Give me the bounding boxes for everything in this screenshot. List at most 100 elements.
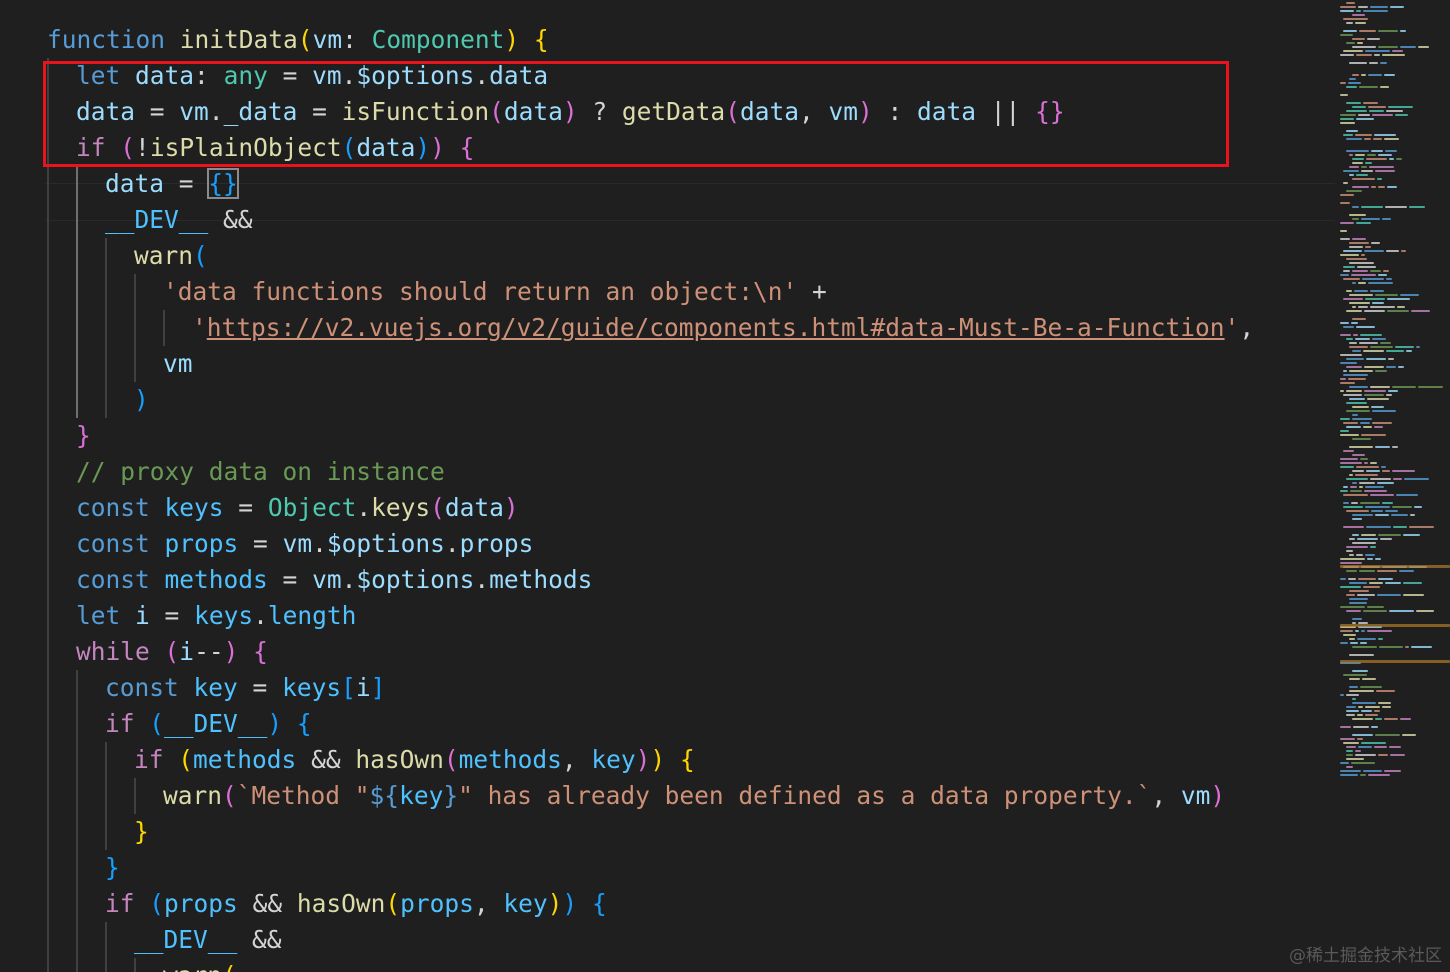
punct: : — [194, 61, 224, 90]
code-line-14[interactable]: const keys = Object.keys(data) — [76, 490, 519, 526]
variable: i — [179, 637, 195, 666]
function-call: warn — [134, 241, 194, 270]
minimap-line — [1355, 134, 1372, 136]
string-link[interactable]: https://v2.vuejs.org/v2/guide/components… — [207, 313, 1225, 342]
minimap-line — [1410, 514, 1415, 516]
code-line-19[interactable]: const key = keys[i] — [105, 670, 385, 706]
code-line-3[interactable]: data = vm._data = isFunction(data) ? get… — [76, 94, 1065, 130]
minimap-line — [1386, 110, 1403, 112]
minimap-line — [1359, 30, 1376, 32]
minimap-line — [1343, 374, 1368, 376]
minimap-line — [1411, 310, 1430, 312]
variable: vm — [179, 97, 209, 126]
minimap[interactable] — [1340, 0, 1450, 972]
minimap-line — [1349, 654, 1374, 656]
function-call: getData — [621, 97, 726, 126]
minimap-line — [1340, 354, 1362, 356]
code-line-9[interactable]: 'https://v2.vuejs.org/v2/guide/component… — [192, 310, 1254, 346]
minimap-line — [1382, 218, 1391, 220]
minimap-line — [1366, 158, 1387, 160]
minimap-line — [1349, 598, 1368, 600]
minimap-line — [1372, 422, 1392, 424]
minimap-line — [1397, 306, 1405, 308]
minimap-line — [1352, 162, 1363, 164]
minimap-line — [1409, 526, 1434, 528]
minimap-line — [1355, 154, 1365, 156]
code-line-21[interactable]: if (methods && hasOwn(methods, key)) { — [134, 742, 695, 778]
operator: = — [135, 97, 180, 126]
code-line-7[interactable]: warn( — [134, 238, 208, 274]
code-line-20[interactable]: if (__DEV__) { — [105, 706, 312, 742]
minimap-line — [1366, 470, 1380, 472]
bracket: ) — [562, 97, 578, 126]
minimap-line — [1370, 290, 1384, 292]
code-line-22[interactable]: warn(`Method "${key}" has already been d… — [163, 778, 1225, 814]
minimap-line — [1358, 282, 1366, 284]
indent-guide — [134, 274, 136, 382]
code-line-6[interactable]: __DEV__ && — [105, 202, 253, 238]
minimap-line — [1356, 174, 1368, 176]
code-line-26[interactable]: __DEV__ && — [134, 922, 282, 958]
code-line-2[interactable]: let data: any = vm.$options.data — [76, 58, 548, 94]
code-line-4[interactable]: if (!isPlainObject(data)) { — [76, 130, 474, 166]
minimap-line — [1340, 726, 1351, 728]
minimap-line — [1396, 494, 1418, 496]
minimap-line — [1340, 578, 1346, 580]
code-line-15[interactable]: const props = vm.$options.props — [76, 526, 533, 562]
minimap-line — [1349, 214, 1366, 216]
code-line-13[interactable]: // proxy data on instance — [76, 454, 445, 490]
minimap-line — [1352, 702, 1376, 704]
minimap-line — [1346, 766, 1353, 768]
function-name: initData — [179, 25, 298, 54]
code-line-16[interactable]: const methods = vm.$options.methods — [76, 562, 592, 598]
minimap-line — [1367, 154, 1376, 156]
code-line-27[interactable]: warn( — [163, 958, 237, 972]
bracket: { — [296, 709, 312, 738]
code-line-18[interactable]: while (i--) { — [76, 634, 268, 670]
code-line-17[interactable]: let i = keys.length — [76, 598, 356, 634]
code-editor[interactable]: function initData(vm: Component) { let d… — [0, 0, 1340, 972]
code-line-12[interactable]: } — [76, 418, 91, 454]
minimap-line — [1349, 346, 1368, 348]
operator: ? — [577, 97, 622, 126]
minimap-line — [1383, 270, 1389, 272]
code-line-23[interactable]: } — [134, 814, 149, 850]
minimap-line — [1355, 754, 1376, 756]
minimap-line — [1363, 610, 1387, 612]
minimap-line — [1367, 606, 1384, 608]
code-line-5[interactable]: data = {} — [105, 166, 239, 202]
minimap-line — [1343, 394, 1362, 396]
minimap-line — [1346, 610, 1361, 612]
minimap-line — [1370, 386, 1390, 388]
minimap-line — [1340, 630, 1353, 632]
keyword: if — [76, 133, 106, 162]
code-line-10[interactable]: vm — [163, 346, 193, 382]
minimap-line — [1372, 114, 1393, 116]
minimap-line — [1360, 642, 1367, 644]
minimap-line — [1352, 514, 1373, 516]
minimap-line — [1352, 470, 1364, 472]
minimap-line — [1346, 478, 1368, 480]
bracket: ( — [489, 97, 504, 126]
minimap-line — [1368, 282, 1393, 284]
code-line-8[interactable]: 'data functions should return an object:… — [163, 274, 827, 310]
minimap-line — [1363, 10, 1388, 12]
minimap-line — [1340, 122, 1355, 124]
constant: key — [503, 889, 548, 918]
code-line-25[interactable]: if (props && hasOwn(props, key)) { — [105, 886, 607, 922]
minimap-line — [1340, 466, 1354, 468]
code-line-1[interactable]: function initData(vm: Component) { — [47, 22, 549, 58]
code-line-24[interactable]: } — [105, 850, 120, 886]
minimap-line — [1358, 746, 1372, 748]
bracket: ( — [193, 241, 208, 270]
minimap-line — [1352, 618, 1362, 620]
constant: key — [591, 745, 636, 774]
minimap-find-marker — [1340, 624, 1450, 627]
code-line-11[interactable]: ) — [134, 382, 149, 418]
minimap-line — [1343, 634, 1356, 636]
minimap-line — [1375, 514, 1389, 516]
